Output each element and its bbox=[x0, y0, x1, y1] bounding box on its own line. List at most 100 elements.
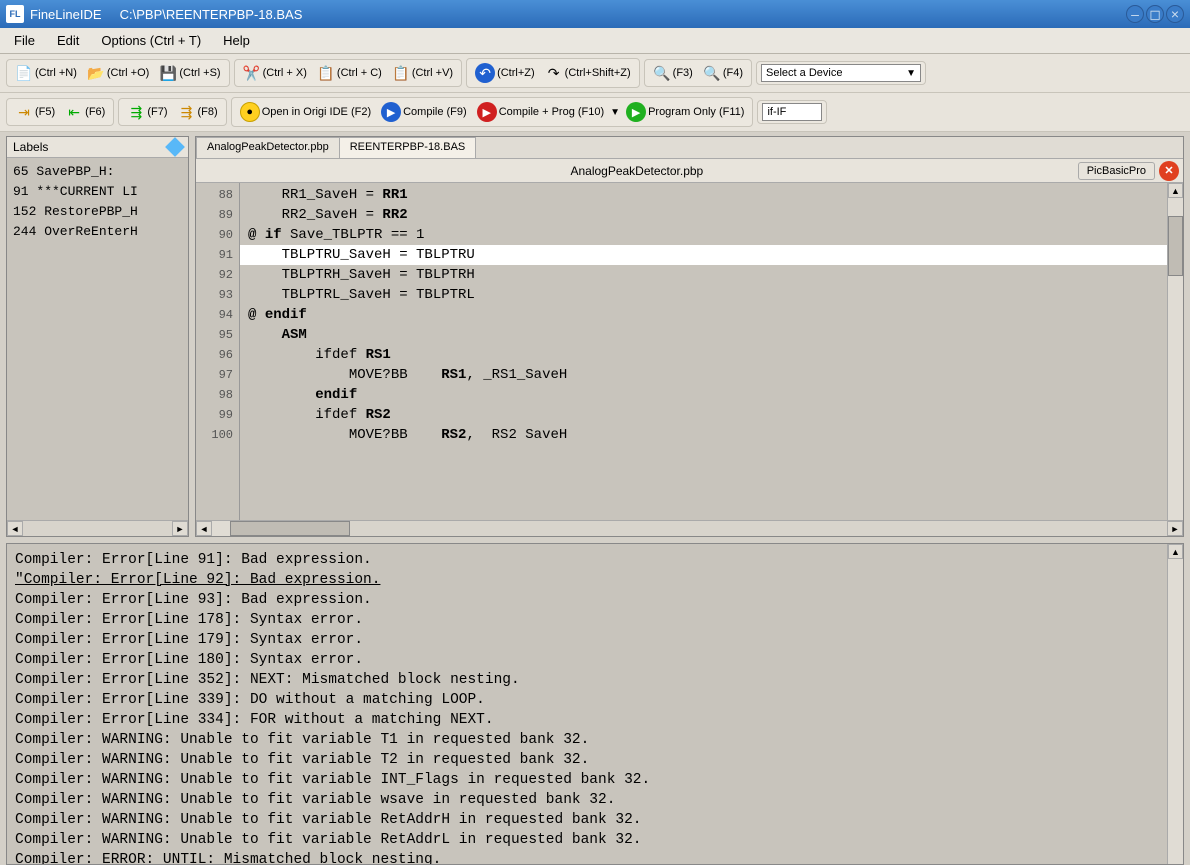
label-item[interactable]: 91 ***CURRENT LI bbox=[13, 182, 182, 202]
undo-icon: ↶ bbox=[475, 63, 495, 83]
compile-prog-button[interactable]: ▶Compile + Prog (F10) bbox=[473, 100, 608, 124]
findnext-button[interactable]: 🔍(F4) bbox=[699, 62, 747, 84]
open-origi-button[interactable]: ●Open in Origi IDE (F2) bbox=[236, 100, 375, 124]
scroll-right-icon[interactable]: ► bbox=[172, 521, 188, 536]
window-controls: – ◻ × bbox=[1126, 5, 1184, 23]
editor-header: AnalogPeakDetector.pbp PicBasicPro ✕ bbox=[196, 159, 1183, 183]
device-label: Select a Device bbox=[766, 67, 842, 79]
compile-dropdown-icon[interactable]: ▼ bbox=[610, 107, 620, 118]
code-line[interactable]: ifdef RS2 bbox=[240, 405, 1167, 425]
output-line[interactable]: Compiler: WARNING: Unable to fit variabl… bbox=[15, 830, 1159, 850]
scroll-left-icon[interactable]: ◄ bbox=[7, 521, 23, 536]
editor-area: AnalogPeakDetector.pbp REENTERPBP-18.BAS… bbox=[195, 136, 1184, 537]
device-select[interactable]: Select a Device ▼ bbox=[761, 64, 921, 82]
output-line[interactable]: Compiler: ERROR: UNTIL: Mismatched block… bbox=[15, 850, 1159, 864]
code-line[interactable]: MOVE?BB RS1, _RS1_SaveH bbox=[240, 365, 1167, 385]
program-only-button[interactable]: ▶Program Only (F11) bbox=[622, 100, 748, 124]
code-line[interactable]: RR2_SaveH = RR2 bbox=[240, 205, 1167, 225]
output-line[interactable]: Compiler: WARNING: Unable to fit variabl… bbox=[15, 730, 1159, 750]
code-line[interactable]: ifdef RS1 bbox=[240, 345, 1167, 365]
open-button[interactable]: 📂(Ctrl +O) bbox=[83, 62, 153, 84]
line-num: 90 bbox=[198, 225, 233, 245]
new-button[interactable]: 📄(Ctrl +N) bbox=[11, 62, 81, 84]
scroll-left-icon[interactable]: ◄ bbox=[196, 521, 212, 536]
f7-label: (F7) bbox=[147, 106, 167, 118]
redo-button[interactable]: ↷(Ctrl+Shift+Z) bbox=[541, 62, 635, 84]
sidebar-hscroll[interactable]: ◄ ► bbox=[7, 520, 188, 536]
label-item[interactable]: 152 RestorePBP_H bbox=[13, 202, 182, 222]
find-button[interactable]: 🔍(F3) bbox=[649, 62, 697, 84]
f5-button[interactable]: ⇥(F5) bbox=[11, 101, 59, 123]
play-red-icon: ▶ bbox=[477, 102, 497, 122]
label-item[interactable]: 65 SavePBP_H: bbox=[13, 162, 182, 182]
code-editor[interactable]: 88 89 90 91 92 93 94 95 96 97 98 99 100 … bbox=[196, 183, 1183, 520]
sidebar-content[interactable]: 65 SavePBP_H: 91 ***CURRENT LI 152 Resto… bbox=[7, 158, 188, 520]
diamond-icon bbox=[165, 137, 185, 157]
hscroll-thumb[interactable] bbox=[230, 521, 350, 536]
label-item[interactable]: 244 OverReEnterH bbox=[13, 222, 182, 242]
menu-options[interactable]: Options (Ctrl + T) bbox=[91, 29, 211, 52]
output-content[interactable]: Compiler: Error[Line 91]: Bad expression… bbox=[7, 544, 1167, 864]
output-line[interactable]: Compiler: Error[Line 352]: NEXT: Mismatc… bbox=[15, 670, 1159, 690]
f6-button[interactable]: ⇤(F6) bbox=[61, 101, 109, 123]
editor-hscroll[interactable]: ◄ ► bbox=[196, 520, 1183, 536]
code-line[interactable]: endif bbox=[240, 385, 1167, 405]
file-group: 📄(Ctrl +N) 📂(Ctrl +O) 💾(Ctrl +S) bbox=[6, 59, 230, 87]
sidebar-header[interactable]: Labels bbox=[7, 137, 188, 158]
save-button[interactable]: 💾(Ctrl +S) bbox=[155, 62, 224, 84]
code-line[interactable]: @ if Save_TBLPTR == 1 bbox=[240, 225, 1167, 245]
f8-button[interactable]: ⇶(F8) bbox=[174, 101, 222, 123]
maximize-button[interactable]: ◻ bbox=[1146, 5, 1164, 23]
play-blue-icon: ▶ bbox=[381, 102, 401, 122]
output-line[interactable]: Compiler: WARNING: Unable to fit variabl… bbox=[15, 810, 1159, 830]
code-line-highlighted[interactable]: TBLPTRU_SaveH = TBLPTRU bbox=[240, 245, 1167, 265]
circle-yellow-icon: ● bbox=[240, 102, 260, 122]
code-line[interactable]: MOVE?BB RS2, RS2 SaveH bbox=[240, 425, 1167, 445]
code-line[interactable]: TBLPTRL_SaveH = TBLPTRL bbox=[240, 285, 1167, 305]
code-line[interactable]: ASM bbox=[240, 325, 1167, 345]
output-line[interactable]: Compiler: Error[Line 178]: Syntax error. bbox=[15, 610, 1159, 630]
code-line[interactable]: @ endif bbox=[240, 305, 1167, 325]
copy-button[interactable]: 📋(Ctrl + C) bbox=[313, 62, 386, 84]
editor-vscroll[interactable]: ▲ bbox=[1167, 183, 1183, 520]
output-line[interactable]: Compiler: Error[Line 180]: Syntax error. bbox=[15, 650, 1159, 670]
find-label: (F3) bbox=[673, 67, 693, 79]
scroll-track[interactable] bbox=[350, 521, 1167, 536]
menu-file[interactable]: File bbox=[4, 29, 45, 52]
output-line[interactable]: Compiler: Error[Line 93]: Bad expression… bbox=[15, 590, 1159, 610]
undo-group: ↶(Ctrl+Z) ↷(Ctrl+Shift+Z) bbox=[466, 58, 640, 88]
code-line[interactable]: TBLPTRH_SaveH = TBLPTRH bbox=[240, 265, 1167, 285]
close-button[interactable]: × bbox=[1166, 5, 1184, 23]
save-icon: 💾 bbox=[159, 64, 177, 82]
f7-button[interactable]: ⇶(F7) bbox=[123, 101, 171, 123]
if-input[interactable] bbox=[762, 103, 822, 121]
compile-button[interactable]: ▶Compile (F9) bbox=[377, 100, 471, 124]
minimize-button[interactable]: – bbox=[1126, 5, 1144, 23]
tab-2[interactable]: REENTERPBP-18.BAS bbox=[339, 137, 477, 158]
menu-help[interactable]: Help bbox=[213, 29, 260, 52]
output-line[interactable]: Compiler: WARNING: Unable to fit variabl… bbox=[15, 750, 1159, 770]
scroll-up-icon[interactable]: ▲ bbox=[1168, 544, 1183, 559]
scroll-right-icon[interactable]: ► bbox=[1167, 521, 1183, 536]
code-line[interactable]: RR1_SaveH = RR1 bbox=[240, 185, 1167, 205]
cut-button[interactable]: ✂️(Ctrl + X) bbox=[239, 62, 311, 84]
compileprog-label: Compile + Prog (F10) bbox=[499, 106, 604, 118]
output-line[interactable]: "Compiler: Error[Line 92]: Bad expressio… bbox=[15, 570, 1159, 590]
scroll-track[interactable] bbox=[23, 521, 172, 536]
output-line[interactable]: Compiler: Error[Line 339]: DO without a … bbox=[15, 690, 1159, 710]
vscroll-thumb[interactable] bbox=[1168, 216, 1183, 276]
output-line[interactable]: Compiler: WARNING: Unable to fit variabl… bbox=[15, 790, 1159, 810]
tab-1[interactable]: AnalogPeakDetector.pbp bbox=[196, 137, 340, 158]
output-vscroll[interactable]: ▲ bbox=[1167, 544, 1183, 864]
output-line[interactable]: Compiler: WARNING: Unable to fit variabl… bbox=[15, 770, 1159, 790]
paste-button[interactable]: 📋(Ctrl +V) bbox=[388, 62, 457, 84]
code-lines[interactable]: RR1_SaveH = RR1 RR2_SaveH = RR2 @ if Sav… bbox=[240, 183, 1167, 520]
undo-button[interactable]: ↶(Ctrl+Z) bbox=[471, 61, 539, 85]
progonly-label: Program Only (F11) bbox=[648, 106, 744, 118]
output-line[interactable]: Compiler: Error[Line 91]: Bad expression… bbox=[15, 550, 1159, 570]
menu-edit[interactable]: Edit bbox=[47, 29, 89, 52]
scroll-up-icon[interactable]: ▲ bbox=[1168, 183, 1183, 198]
output-line[interactable]: Compiler: Error[Line 179]: Syntax error. bbox=[15, 630, 1159, 650]
editor-close-button[interactable]: ✕ bbox=[1159, 161, 1179, 181]
output-line[interactable]: Compiler: Error[Line 334]: FOR without a… bbox=[15, 710, 1159, 730]
